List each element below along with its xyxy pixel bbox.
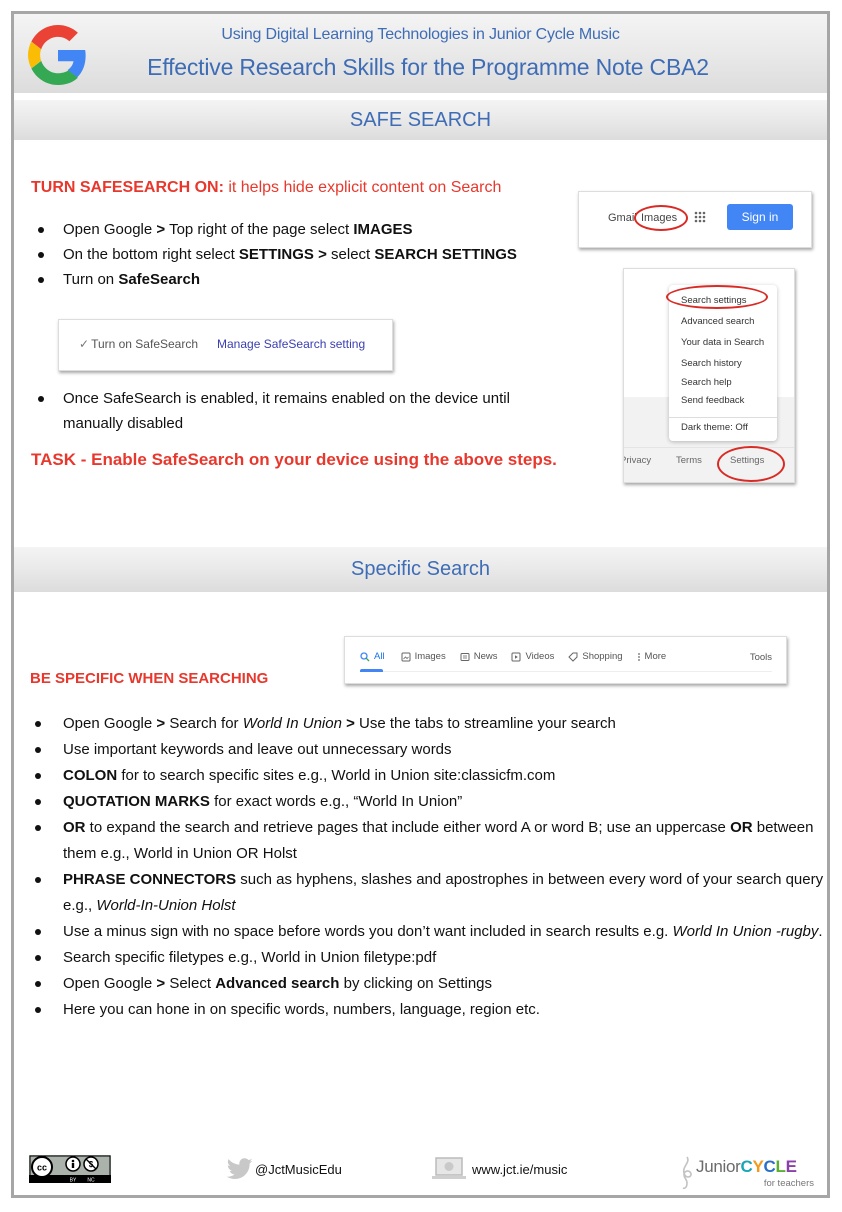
- brand-cycle: CYCLE: [740, 1157, 797, 1176]
- task-instruction: TASK - Enable SafeSearch on your device …: [31, 450, 557, 469]
- menu-item[interactable]: Send feedback: [681, 392, 764, 410]
- search-tips-list: Open Google > Search for World In Union …: [25, 711, 825, 1023]
- cc-by-nc-icon: cc $ BY NC: [29, 1155, 111, 1183]
- heading-bold: TURN SAFESEARCH ON:: [31, 179, 224, 196]
- search-tabs-screenshot: All Images News Videos Shopping More Tools: [344, 636, 787, 684]
- google-topbar-screenshot: Gmail Images Sign in: [578, 191, 812, 248]
- tag-icon: [568, 652, 578, 662]
- tab-all[interactable]: All: [360, 651, 385, 662]
- list-item: Use important keywords and leave out unn…: [25, 737, 825, 763]
- brand-tagline: for teachers: [763, 1178, 814, 1189]
- specific-search-heading: BE SPECIFIC WHEN SEARCHING: [30, 670, 269, 687]
- svg-text:NC: NC: [87, 1178, 95, 1184]
- list-item: Once SafeSearch is enabled, it remains e…: [28, 386, 568, 436]
- list-item: Turn on SafeSearch: [28, 267, 568, 292]
- footer-link[interactable]: Terms: [676, 455, 702, 466]
- manage-safesearch-link[interactable]: Manage SafeSearch setting: [217, 337, 365, 351]
- twitter-bird-icon: [227, 1158, 253, 1179]
- sign-in-button[interactable]: Sign in: [727, 204, 793, 230]
- list-item: QUOTATION MARKS for exact words e.g., “W…: [25, 789, 825, 815]
- safesearch-heading: TURN SAFESEARCH ON: it helps hide explic…: [31, 179, 501, 197]
- search-tabs: All Images News Videos Shopping More: [360, 651, 680, 662]
- tab-videos[interactable]: Videos: [511, 651, 554, 662]
- list-item: Open Google > Select Advanced search by …: [25, 971, 825, 997]
- safesearch-checkbox-screenshot: ✓ Turn on SafeSearch Manage SafeSearch s…: [58, 319, 393, 371]
- tab-images[interactable]: Images: [401, 651, 446, 662]
- header-subtitle: Using Digital Learning Technologies in J…: [221, 26, 620, 43]
- menu-item[interactable]: Search history: [681, 353, 764, 374]
- list-item: Open Google > Search for World In Union …: [25, 711, 825, 737]
- tools-button[interactable]: Tools: [750, 652, 772, 663]
- list-item: Search specific filetypes e.g., World in…: [25, 945, 825, 971]
- image-icon: [401, 652, 411, 662]
- website-link[interactable]: www.jct.ie/music: [432, 1157, 567, 1181]
- search-icon: [360, 651, 370, 662]
- list-item: On the bottom right select SETTINGS > se…: [28, 242, 568, 267]
- list-item: Here you can hone in on specific words, …: [25, 997, 825, 1023]
- page-header: Using Digital Learning Technologies in J…: [14, 14, 827, 93]
- menu-item[interactable]: Search help: [681, 374, 764, 392]
- laptop-globe-icon: [432, 1157, 466, 1179]
- section-header-specific-search: Specific Search: [14, 547, 827, 592]
- highlight-oval: [717, 446, 785, 482]
- footer-link[interactable]: Privacy: [624, 455, 651, 466]
- gmail-link[interactable]: Gmail: [608, 212, 637, 224]
- list-item: Use a minus sign with no space before wo…: [25, 919, 825, 945]
- tab-news[interactable]: News: [460, 651, 497, 662]
- heading-rest: it helps hide explicit content on Search: [223, 179, 502, 196]
- highlight-oval: [634, 205, 688, 231]
- tab-shopping[interactable]: Shopping: [568, 651, 623, 662]
- page-title: Effective Research Skills for the Progra…: [147, 54, 709, 80]
- video-icon: [511, 652, 521, 662]
- list-item: OR to expand the search and retrieve pag…: [25, 815, 825, 867]
- twitter-handle[interactable]: @JctMusicEdu: [227, 1158, 342, 1180]
- section-title: Specific Search: [351, 558, 490, 580]
- treble-clef-icon: [682, 1156, 692, 1190]
- menu-item[interactable]: Your data in Search: [681, 332, 764, 353]
- document-page: Using Digital Learning Technologies in J…: [11, 11, 830, 1198]
- list-item: Open Google > Top right of the page sele…: [28, 217, 568, 242]
- highlight-oval: [666, 285, 768, 309]
- junior-cycle-logo: JuniorCYCLE for teachers: [679, 1155, 814, 1191]
- brand-junior: Junior: [696, 1157, 741, 1176]
- list-item: COLON for to search specific sites e.g.,…: [25, 763, 825, 789]
- cc-license-badge: cc $ BY NC: [29, 1155, 111, 1183]
- menu-item-dark-theme[interactable]: Dark theme: Off: [681, 422, 748, 433]
- safesearch-note-list: Once SafeSearch is enabled, it remains e…: [28, 386, 568, 436]
- more-vert-icon: [637, 652, 641, 662]
- settings-menu-screenshot: Search settings Advanced search Your data …: [623, 268, 795, 483]
- news-icon: [460, 652, 470, 662]
- svg-text:BY: BY: [70, 1178, 77, 1184]
- svg-text:cc: cc: [37, 1163, 47, 1173]
- checkbox-checked-icon[interactable]: ✓: [79, 337, 89, 351]
- safesearch-steps-list: Open Google > Top right of the page sele…: [28, 217, 568, 292]
- section-header-safe-search: SAFE SEARCH: [14, 100, 827, 140]
- checkbox-label: Turn on SafeSearch: [91, 337, 199, 351]
- active-tab-indicator: [360, 669, 383, 672]
- list-item: PHRASE CONNECTORS such as hyphens, slash…: [25, 867, 825, 919]
- apps-grid-icon[interactable]: [694, 211, 706, 223]
- tab-more[interactable]: More: [637, 651, 666, 662]
- section-title: SAFE SEARCH: [349, 108, 492, 131]
- menu-item[interactable]: Advanced search: [681, 311, 764, 332]
